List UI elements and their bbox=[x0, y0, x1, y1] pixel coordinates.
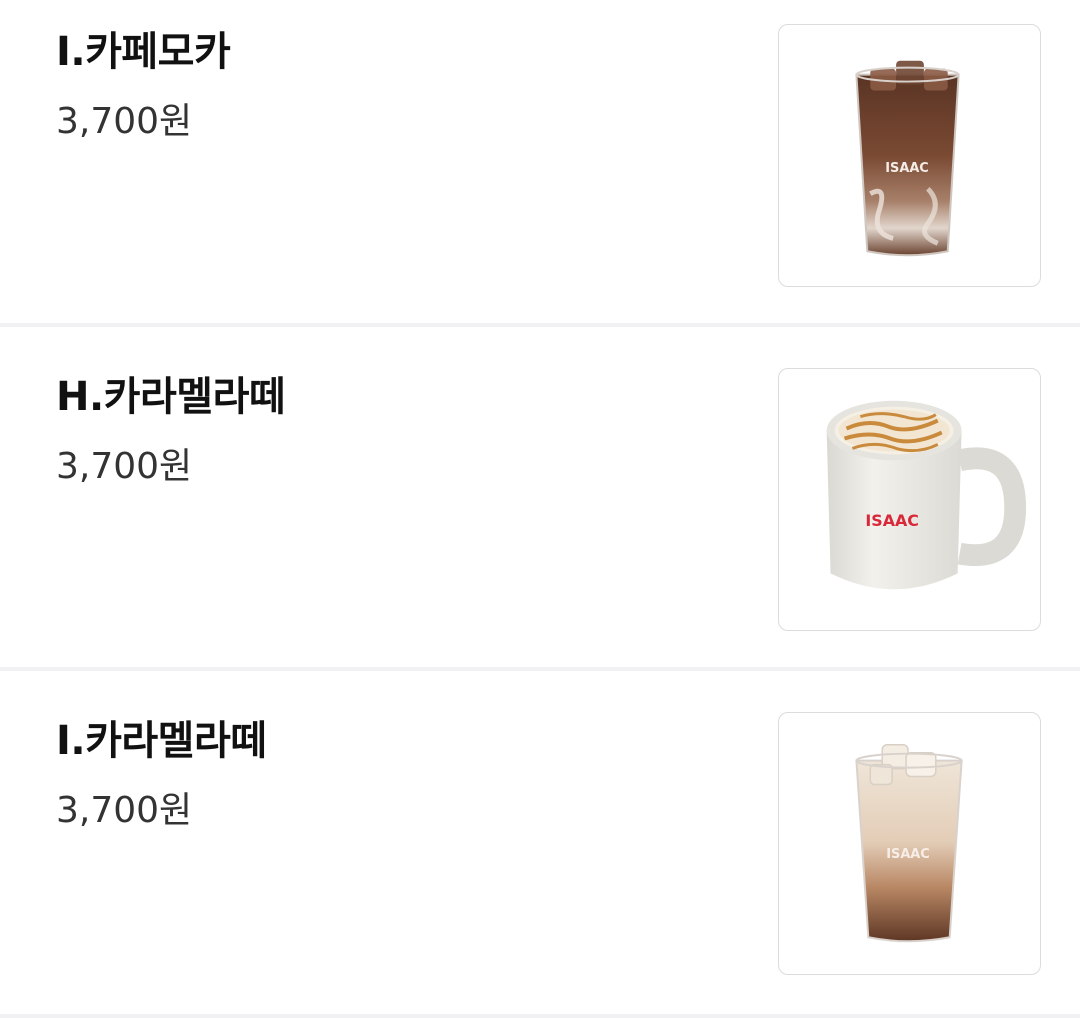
menu-list: I.카페모카 3,700원 ISAAC H.카라멜라떼 3,700원 ISAAC… bbox=[0, 0, 1080, 1018]
menu-item-name: I.카라멜라떼 bbox=[56, 718, 267, 764]
isaac-logo: ISAAC bbox=[885, 161, 929, 176]
menu-item-thumbnail[interactable]: ISAAC bbox=[778, 368, 1041, 631]
menu-item-iced-caramel-latte[interactable]: I.카라멜라떼 3,700원 ISAAC bbox=[0, 671, 1080, 1018]
hot-caramel-latte-mug-image: ISAAC bbox=[826, 400, 1027, 590]
menu-item-price: 3,700원 bbox=[56, 790, 193, 831]
menu-item-thumbnail[interactable]: ISAAC bbox=[778, 24, 1041, 287]
menu-item-name: I.카페모카 bbox=[56, 29, 231, 75]
menu-item-thumbnail[interactable]: ISAAC bbox=[778, 712, 1041, 975]
menu-item-iced-cafe-mocha[interactable]: I.카페모카 3,700원 ISAAC bbox=[0, 0, 1080, 327]
iced-mocha-glass-image: ISAAC bbox=[855, 60, 960, 257]
iced-caramel-latte-glass-image: ISAAC bbox=[855, 744, 963, 943]
menu-item-price: 3,700원 bbox=[56, 446, 193, 487]
menu-item-name: H.카라멜라떼 bbox=[56, 374, 286, 420]
menu-item-price: 3,700원 bbox=[56, 101, 193, 142]
isaac-logo: ISAAC bbox=[886, 847, 930, 862]
menu-item-hot-caramel-latte[interactable]: H.카라멜라떼 3,700원 ISAAC bbox=[0, 327, 1080, 671]
isaac-logo: ISAAC bbox=[865, 511, 919, 530]
